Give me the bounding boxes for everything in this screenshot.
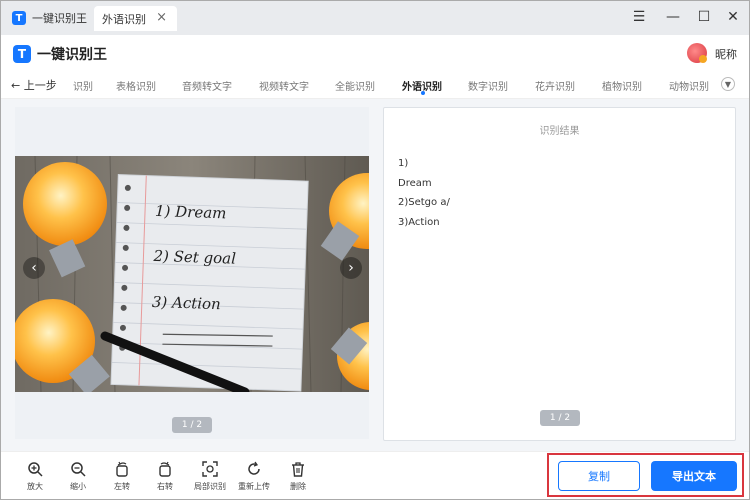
- minimize-icon[interactable]: —: [665, 9, 681, 25]
- rotate-right-button[interactable]: 右转: [145, 461, 185, 492]
- feature-nav: ← 上一步 识别 表格识别 音频转文字 视频转文字 全能识别 外语识别 数字识别…: [1, 71, 749, 99]
- image-preview-panel: 1) Dream 2) Set goal 3) Action ‹ › 1 / 2: [15, 107, 369, 439]
- result-text[interactable]: 1) Dream 2)Setgo a/ 3)Action: [398, 154, 450, 232]
- delete-label: 删除: [290, 482, 306, 491]
- recognition-result-panel: 识别结果 1) Dream 2)Setgo a/ 3)Action 1 / 2: [383, 107, 736, 441]
- zoom-in-label: 放大: [27, 482, 43, 491]
- rotate-left-button[interactable]: 左转: [102, 461, 142, 492]
- result-line: 1): [398, 158, 409, 169]
- notepad-line-3: 3) Action: [152, 293, 222, 313]
- zoom-out-button[interactable]: 缩小: [58, 461, 98, 492]
- trash-icon: [292, 462, 304, 477]
- nav-item-plant[interactable]: 植物识别: [602, 78, 642, 93]
- result-line: 3)Action: [398, 216, 440, 228]
- nav-item-video[interactable]: 视频转文字: [259, 78, 309, 93]
- nav-item-table[interactable]: 表格识别: [116, 78, 156, 93]
- title-bar: T 一键识别王 外语识别 × ☰ — ☐ ✕: [1, 1, 749, 35]
- partial-recognize-label: 局部识别: [194, 482, 226, 491]
- close-window-icon[interactable]: ✕: [725, 9, 741, 25]
- menu-icon[interactable]: ☰: [631, 9, 647, 25]
- active-indicator: [421, 91, 425, 95]
- nav-item-number[interactable]: 数字识别: [468, 78, 508, 93]
- rotate-right-label: 右转: [157, 482, 173, 491]
- vip-badge-icon: [699, 55, 707, 63]
- back-button[interactable]: ← 上一步: [11, 77, 57, 93]
- header-title: 一键识别王: [37, 47, 107, 63]
- reupload-icon: [248, 461, 260, 475]
- copy-button[interactable]: 复制: [558, 461, 640, 491]
- reupload-label: 重新上传: [238, 482, 270, 491]
- zoom-in-icon: [28, 462, 43, 477]
- delete-button[interactable]: 删除: [278, 461, 318, 492]
- app-logo-icon: T: [12, 11, 26, 25]
- result-pager: 1 / 2: [540, 410, 580, 426]
- export-text-button[interactable]: 导出文本: [651, 461, 737, 491]
- image-pager: 1 / 2: [172, 417, 212, 433]
- header-logo-icon: T: [13, 45, 31, 63]
- tab-label: 外语识别: [102, 12, 146, 26]
- prev-image-button[interactable]: ‹: [23, 257, 45, 279]
- reupload-button[interactable]: 重新上传: [234, 461, 274, 492]
- zoom-out-label: 缩小: [70, 482, 86, 491]
- nav-item-all[interactable]: 全能识别: [335, 78, 375, 93]
- notepad-line-2: 2) Set goal: [152, 247, 236, 268]
- partial-recognize-icon: [202, 461, 218, 477]
- next-image-button[interactable]: ›: [340, 257, 362, 279]
- uploaded-image: 1) Dream 2) Set goal 3) Action: [15, 156, 369, 392]
- app-name: 一键识别王: [32, 12, 87, 25]
- chevron-down-icon[interactable]: ▼: [721, 77, 735, 91]
- partial-recognize-button[interactable]: 局部识别: [190, 461, 230, 492]
- maximize-icon[interactable]: ☐: [696, 9, 712, 25]
- nav-item-audio[interactable]: 音频转文字: [182, 78, 232, 93]
- rotate-left-label: 左转: [114, 482, 130, 491]
- tab-close-icon[interactable]: ×: [156, 10, 167, 25]
- rotate-left-icon: [116, 461, 128, 477]
- zoom-in-button[interactable]: 放大: [15, 461, 55, 492]
- nav-item-recognize[interactable]: 识别: [73, 78, 93, 93]
- rotate-right-icon: [159, 461, 171, 477]
- result-line: 2)Setgo a/: [398, 197, 450, 208]
- nickname[interactable]: 昵称: [715, 46, 737, 62]
- zoom-out-icon: [71, 462, 86, 477]
- main-area: 1) Dream 2) Set goal 3) Action ‹ › 1 / 2…: [1, 99, 749, 451]
- tab-foreign-language[interactable]: 外语识别 ×: [94, 6, 177, 31]
- notepad-line-1: 1) Dream: [155, 202, 227, 222]
- app-header: T 一键识别王 昵称: [1, 35, 749, 71]
- result-line: Dream: [398, 177, 432, 189]
- nav-item-animal[interactable]: 动物识别: [669, 78, 709, 93]
- nav-item-flower[interactable]: 花卉识别: [535, 78, 575, 93]
- result-title: 识别结果: [539, 126, 580, 137]
